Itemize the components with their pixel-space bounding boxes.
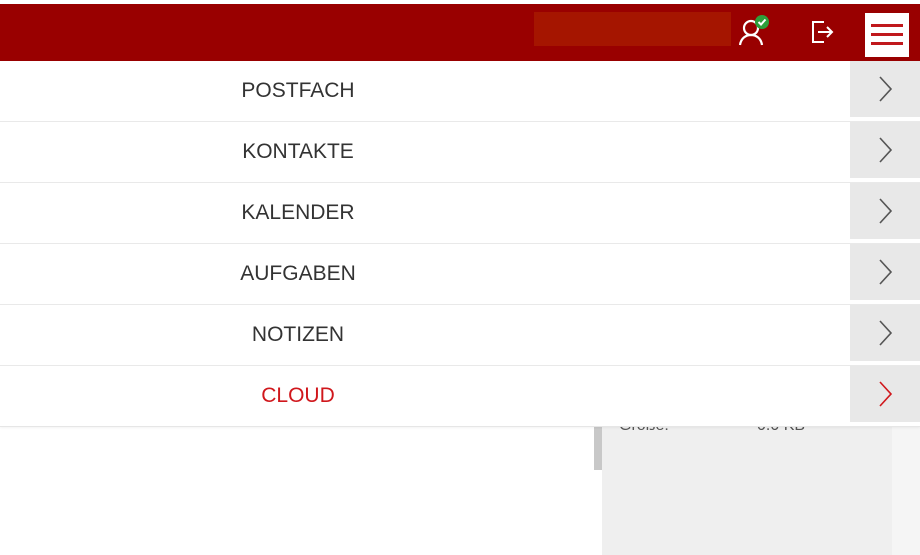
menu-item-label: POSTFACH	[241, 79, 355, 102]
menu-item-label: NOTIZEN	[251, 323, 345, 346]
chevron-right-icon	[879, 320, 893, 346]
menu-item-aufgaben[interactable]: AUFGABEN	[0, 244, 920, 305]
chevron-right-icon	[879, 137, 893, 163]
hamburger-menu-button[interactable]	[865, 13, 909, 57]
menu-item-notizen[interactable]: NOTIZEN	[0, 305, 920, 366]
user-check-icon	[738, 15, 769, 46]
logout-button[interactable]	[804, 14, 840, 50]
background-scrollbar[interactable]	[594, 424, 602, 470]
background-panel-edge	[892, 424, 920, 555]
chevron-right-icon	[879, 381, 893, 407]
menu-item-label: KALENDER	[241, 201, 355, 224]
menu-item-expand-button[interactable]	[850, 183, 920, 239]
chevron-right-icon	[879, 198, 893, 224]
chevron-right-icon	[879, 259, 893, 285]
menu-item-expand-button[interactable]	[850, 122, 920, 178]
menu-item-cloud[interactable]: CLOUD	[0, 366, 920, 426]
menu-item-kalender[interactable]: KALENDER	[0, 183, 920, 244]
menu-item-postfach[interactable]: POSTFACH	[0, 61, 920, 122]
hamburger-menu-icon	[871, 24, 903, 45]
chevron-right-icon	[879, 76, 893, 102]
header-bar	[0, 4, 920, 61]
menu-item-expand-button[interactable]	[850, 244, 920, 300]
menu-item-expand-button[interactable]	[850, 305, 920, 361]
menu-item-expand-button[interactable]	[850, 366, 920, 422]
menu-item-kontakte[interactable]: KONTAKTE	[0, 122, 920, 183]
main-menu: POSTFACH KONTAKTE KALENDER AUFGABEN NOTIZEN C…	[0, 61, 920, 427]
menu-item-label: KONTAKTE	[242, 140, 354, 163]
background-detail-panel	[602, 424, 892, 555]
user-status-button[interactable]	[736, 14, 772, 50]
menu-item-expand-button[interactable]	[850, 61, 920, 117]
menu-item-label: CLOUD	[261, 384, 335, 407]
search-field[interactable]	[534, 12, 731, 46]
logout-icon	[812, 21, 834, 43]
menu-item-label: AUFGABEN	[240, 262, 356, 285]
